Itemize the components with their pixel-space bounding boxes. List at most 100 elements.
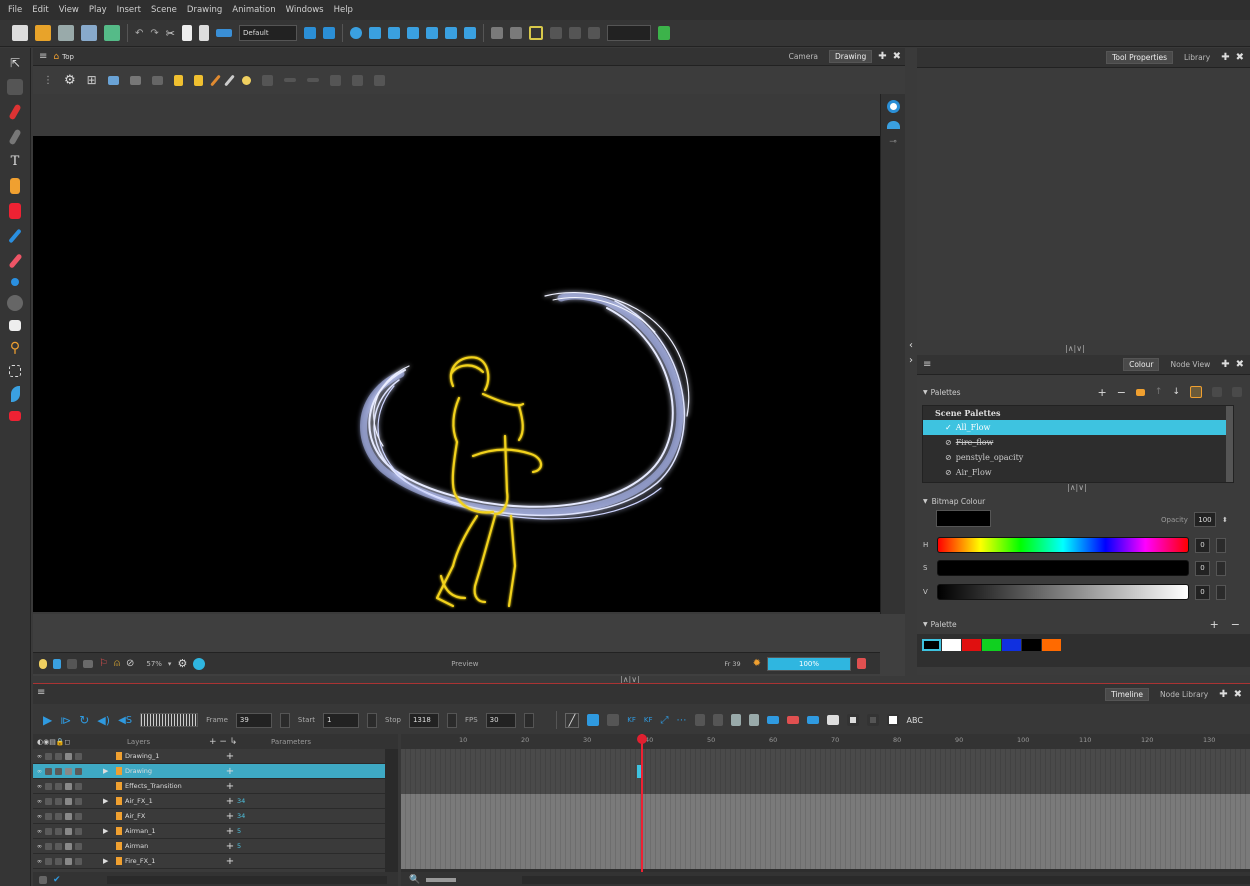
color-toggle[interactable] <box>65 827 72 835</box>
fps-spinner[interactable] <box>523 712 534 728</box>
eraser-icon[interactable] <box>10 178 20 194</box>
colour-swatch[interactable] <box>1022 639 1041 651</box>
workspace-icon[interactable] <box>304 27 316 39</box>
reduce-exposure-icon[interactable] <box>748 714 759 726</box>
panel-resize-handle[interactable]: |∧|∨| <box>1065 344 1085 353</box>
lock-toggle[interactable] <box>55 827 62 835</box>
expand-triangle-icon[interactable]: ▼ <box>923 621 928 628</box>
eye-icon[interactable]: ∞ <box>37 828 42 835</box>
grid-icon[interactable]: ⊞ <box>87 73 97 87</box>
tab-camera[interactable]: Camera <box>784 51 823 62</box>
import-icon[interactable] <box>104 25 120 41</box>
colour-swatch[interactable] <box>942 639 961 651</box>
panel-menu-icon[interactable]: ≡ <box>39 51 47 62</box>
table-row[interactable]: ∞ Effects_Transition + <box>33 779 385 794</box>
duplicate-icon[interactable] <box>786 716 799 724</box>
lock-icon[interactable] <box>173 74 183 86</box>
camera-tool-icon[interactable] <box>9 320 21 331</box>
layer-name[interactable]: Airman <box>125 842 148 850</box>
sound-icon[interactable]: ◀) <box>97 714 110 727</box>
solo-toggle[interactable] <box>45 842 52 850</box>
select-toggle[interactable] <box>75 827 82 835</box>
render-stop-icon[interactable] <box>857 658 866 669</box>
menu-edit[interactable]: Edit <box>32 5 48 15</box>
checkmark-icon[interactable]: ✔ <box>53 875 61 885</box>
collapse-left-icon[interactable]: ‹ <box>909 340 913 351</box>
table-row[interactable]: ∞ Drawing_1 + <box>33 749 385 764</box>
opacity-input[interactable]: 100 <box>1193 512 1216 527</box>
line-style-icon[interactable]: ╱ <box>564 712 580 728</box>
feather-icon[interactable] <box>10 386 20 402</box>
start-input[interactable]: 1 <box>323 712 360 728</box>
frame-ruler[interactable]: 10 20 30 40 50 60 70 80 90 100 110 120 130 <box>401 734 1250 749</box>
layer-name[interactable]: Fire_FX_1 <box>125 857 155 865</box>
shade-icon[interactable] <box>261 74 273 86</box>
frame-spinner[interactable] <box>279 712 290 728</box>
add-swatch-icon[interactable]: + <box>1210 618 1219 631</box>
frame-track[interactable] <box>401 839 1250 854</box>
solo-toggle[interactable] <box>45 797 52 805</box>
menu-windows[interactable]: Windows <box>286 5 324 15</box>
table-row[interactable]: ∞ ▶ Air_FX_1 +34 <box>33 794 385 809</box>
tab-library[interactable]: Library <box>1179 52 1215 63</box>
tab-drawing[interactable]: Drawing <box>829 50 873 63</box>
palettes-section-header[interactable]: ▼ Palettes + − ↑ ↓ <box>917 384 1250 400</box>
remove-swatch-icon[interactable]: − <box>1231 618 1240 631</box>
stop-motion-icon[interactable] <box>694 714 705 726</box>
line-thin-icon[interactable] <box>283 78 296 82</box>
solo-toggle[interactable] <box>45 812 52 820</box>
clone-icon[interactable] <box>766 716 779 724</box>
close-panel-icon[interactable]: ✖ <box>1236 359 1244 370</box>
palette-brush-icon[interactable] <box>1190 386 1202 398</box>
frame-track[interactable] <box>401 824 1250 839</box>
select-toggle[interactable] <box>75 782 82 790</box>
loop-icon[interactable]: ↻ <box>79 713 89 727</box>
footer-toggle-icon[interactable] <box>39 875 47 884</box>
tab-timeline[interactable]: Timeline <box>1105 687 1150 701</box>
redo-icon[interactable]: ↷ <box>150 28 158 39</box>
scene-stage[interactable] <box>33 136 880 612</box>
frame-track[interactable] <box>401 779 1250 794</box>
lock-toggle[interactable] <box>55 767 62 775</box>
color-toggle[interactable] <box>65 752 72 760</box>
motion-keyframe-icon[interactable]: ⤢ <box>661 715 669 726</box>
palette-options-icon[interactable] <box>1232 387 1242 397</box>
menu-drawing[interactable]: Drawing <box>187 5 222 15</box>
layers-hscrollbar[interactable] <box>106 875 387 884</box>
timeline-frames[interactable]: 10 20 30 40 50 60 70 80 90 100 110 120 130 🔍 <box>401 734 1250 886</box>
curve-icon[interactable] <box>588 27 600 39</box>
frame-view-icon[interactable] <box>67 658 77 669</box>
frame-track[interactable] <box>401 809 1250 824</box>
expand-triangle-icon[interactable]: ▼ <box>923 389 928 396</box>
menu-animation[interactable]: Animation <box>232 5 275 15</box>
transform-icon[interactable] <box>350 27 362 39</box>
value-slider[interactable] <box>937 584 1189 600</box>
expand-arrow-icon[interactable]: ▶ <box>103 797 113 805</box>
playhead-handle[interactable] <box>637 734 647 744</box>
hue-input[interactable]: 0 <box>1195 537 1210 553</box>
cutter-icon[interactable] <box>9 365 21 377</box>
onion-skin-view-icon[interactable] <box>886 121 900 129</box>
monitor-icon[interactable] <box>83 659 93 668</box>
add-parameter-icon[interactable]: + <box>223 856 237 867</box>
layer-name[interactable]: Air_FX <box>125 812 145 820</box>
saturation-spinner[interactable] <box>1216 560 1226 576</box>
ease-icon[interactable]: ⋯ <box>677 715 687 726</box>
light-table-icon[interactable] <box>510 27 522 39</box>
menu-file[interactable]: File <box>8 5 22 15</box>
tab-node-view[interactable]: Node View <box>1165 359 1215 370</box>
select-toggle[interactable] <box>75 797 82 805</box>
expand-arrow-icon[interactable]: ▶ <box>103 827 113 835</box>
abc-icon[interactable]: ABC <box>907 716 923 725</box>
add-parameter-icon[interactable]: + <box>223 751 237 762</box>
tab-tool-properties[interactable]: Tool Properties <box>1106 51 1173 64</box>
playback-speed-slider[interactable] <box>140 713 199 727</box>
tab-node-library[interactable]: Node Library <box>1155 689 1213 700</box>
menu-play[interactable]: Play <box>89 5 107 15</box>
layer-name[interactable]: Drawing_1 <box>125 752 159 760</box>
layer-name[interactable]: Airman_1 <box>125 827 156 835</box>
add-parameter-icon[interactable]: + <box>223 811 237 822</box>
cut-selection-icon[interactable] <box>329 74 341 86</box>
panel-menu-icon[interactable]: ≡ <box>37 687 45 698</box>
zoom-out-icon[interactable]: 🔍 <box>409 875 420 885</box>
